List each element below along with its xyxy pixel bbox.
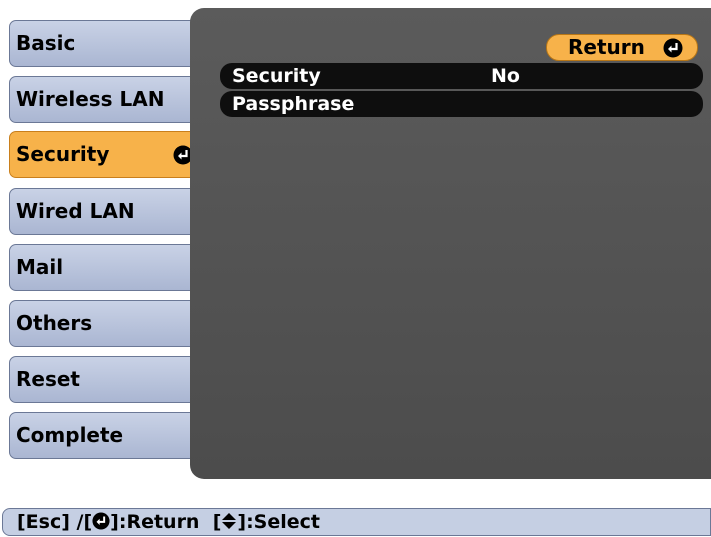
setting-label: Security: [232, 65, 321, 87]
menu-item-label: Others: [16, 311, 93, 335]
menu-item-mail[interactable]: Mail: [9, 244, 205, 291]
menu-item-basic[interactable]: Basic: [9, 20, 205, 67]
menu-item-reset[interactable]: Reset: [9, 356, 205, 403]
menu-item-security[interactable]: Security: [9, 131, 203, 178]
menu-item-wired-lan[interactable]: Wired LAN: [9, 188, 205, 235]
setting-row-passphrase[interactable]: Passphrase: [220, 91, 703, 117]
menu-item-label: Security: [16, 142, 110, 166]
return-label: Return: [568, 35, 645, 59]
menu-item-label: Mail: [16, 255, 64, 279]
menu-item-others[interactable]: Others: [9, 300, 205, 347]
menu-item-label: Reset: [16, 367, 80, 391]
up-down-arrow-icon: [221, 511, 237, 529]
help-select-text: ]:Select: [237, 511, 320, 533]
enter-icon: [92, 512, 110, 530]
setting-label: Passphrase: [232, 93, 355, 115]
return-button[interactable]: Return: [546, 34, 698, 61]
help-return-text: ]:Return: [110, 511, 200, 533]
enter-icon: [663, 38, 683, 58]
menu-item-complete[interactable]: Complete: [9, 412, 205, 459]
menu-item-wireless-lan[interactable]: Wireless LAN: [9, 76, 205, 123]
help-select-open: [: [212, 511, 222, 533]
menu-item-label: Complete: [16, 423, 124, 447]
help-esc-text: [Esc] /[: [17, 511, 93, 533]
setting-row-security[interactable]: Security No: [220, 63, 703, 89]
help-bar: [Esc] /[ ]:Return [ ]:Select: [2, 508, 711, 536]
menu-item-label: Basic: [16, 31, 76, 55]
setting-value: No: [491, 65, 520, 87]
menu-item-label: Wired LAN: [16, 199, 135, 223]
menu-item-label: Wireless LAN: [16, 87, 165, 111]
